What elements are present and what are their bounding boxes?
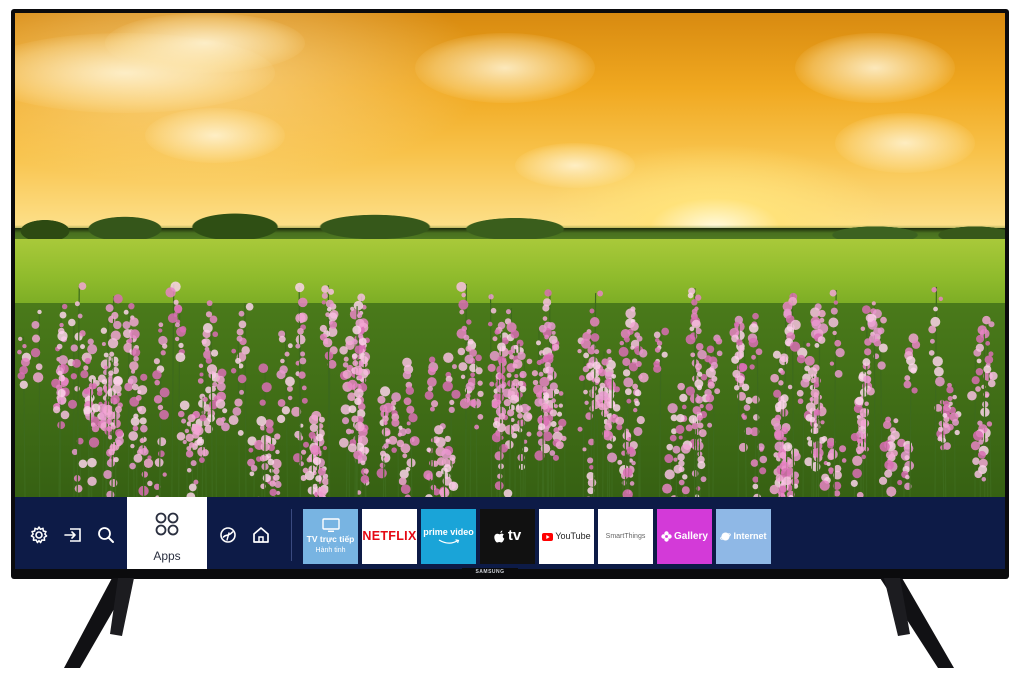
apps-grid-icon [155, 512, 179, 536]
apple-icon [494, 530, 505, 543]
gallery-app-tile[interactable]: Gallery [657, 509, 712, 564]
home-icon[interactable] [251, 525, 271, 545]
planet-icon [720, 532, 732, 541]
wallpaper-cloud [415, 33, 595, 103]
wallpaper-cloud [835, 113, 975, 173]
tv-frame: Apps TV trực tiếp Hành tinh NETFLIX prim… [11, 9, 1009, 579]
search-icon[interactable] [96, 525, 116, 545]
youtube-label: YouTube [555, 530, 591, 541]
source-input-icon[interactable] [63, 525, 83, 545]
apple-tv-app-tile[interactable]: tv [480, 509, 535, 564]
internet-app-tile[interactable]: Internet [716, 509, 771, 564]
wallpaper-cloud [105, 13, 305, 73]
live-tv-app-tile[interactable]: TV trực tiếp Hành tinh [303, 509, 358, 564]
apps-label: Apps [153, 549, 181, 563]
smile-arrow-icon [438, 539, 459, 544]
smart-hub-bar: Apps TV trực tiếp Hành tinh NETFLIX prim… [15, 497, 1005, 569]
brand-logo: SAMSUNG [475, 569, 505, 575]
tv-stand [64, 578, 954, 668]
apple-tv-label: tv [507, 527, 522, 545]
wallpaper-cloud [145, 108, 285, 163]
tv-icon [321, 518, 340, 533]
youtube-play-icon [542, 532, 554, 541]
flower-icon [661, 531, 672, 542]
settings-icon[interactable] [29, 525, 49, 545]
gallery-label: Gallery [674, 531, 708, 542]
internet-label: Internet [733, 530, 767, 541]
live-tv-label: TV trực tiếp [306, 534, 355, 545]
ambient-mode-icon[interactable] [218, 525, 238, 545]
wallpaper-cloud [795, 33, 955, 103]
youtube-app-tile[interactable]: YouTube [539, 509, 594, 564]
prime-video-app-tile[interactable]: prime video [421, 509, 476, 564]
smartthings-label: SmartThings [605, 532, 646, 540]
wallpaper-cloud [515, 143, 635, 188]
netflix-app-tile[interactable]: NETFLIX [362, 509, 417, 564]
apps-tile[interactable]: Apps [127, 497, 207, 569]
netflix-label: NETFLIX [362, 528, 417, 543]
smartthings-app-tile[interactable]: SmartThings [598, 509, 653, 564]
live-tv-sublabel: Hành tinh [315, 546, 346, 554]
hub-divider [291, 509, 292, 561]
prime-video-label: prime video [423, 527, 474, 538]
tv-screen: Apps TV trực tiếp Hành tinh NETFLIX prim… [15, 13, 1005, 569]
